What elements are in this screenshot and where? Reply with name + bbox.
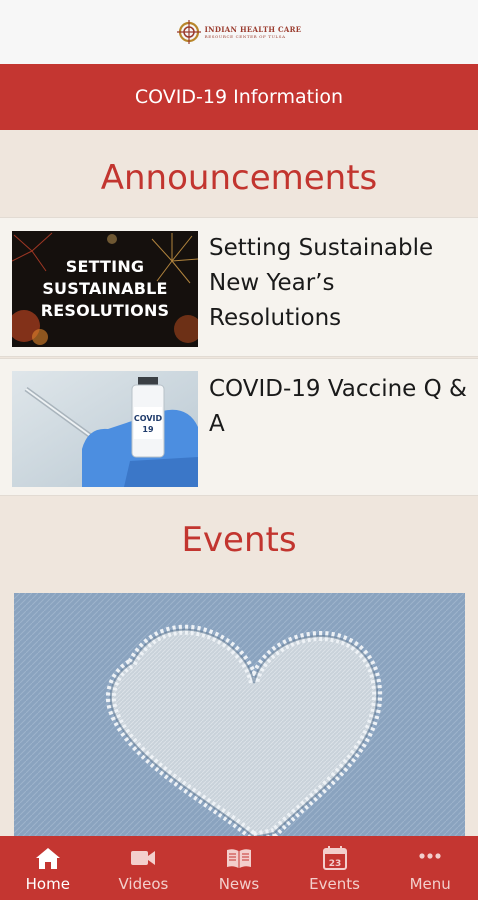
tab-events[interactable]: 23 Events [287,836,383,900]
denim-heart-image [14,593,465,837]
tab-menu[interactable]: Menu [382,836,478,900]
tab-videos[interactable]: Videos [96,836,192,900]
calendar-day: 23 [328,859,341,869]
logo-mark-icon [176,20,201,44]
app-logo[interactable]: INDIAN HEALTH CARE RESOURCE CENTER OF TU… [176,20,302,44]
bottom-tab-bar: Home Videos News 23 Events Menu [0,836,478,900]
announcement-thumbnail: COVID 19 [12,371,198,487]
events-heading: Events [181,520,297,560]
newspaper-icon [226,849,251,868]
more-dots-icon [419,853,441,859]
svg-text:19: 19 [142,425,154,434]
home-icon [35,848,60,869]
logo-sub-text: RESOURCE CENTER OF TULSA [204,33,286,39]
tab-label: Home [25,875,70,893]
announcement-title: COVID-19 Vaccine Q & A [209,376,467,437]
covid-info-button[interactable]: COVID-19 Information [0,64,478,130]
logo-main-text: INDIAN HEALTH CARE [204,24,302,34]
vaccine-vial-image: COVID 19 [12,371,198,487]
vial-label: COVID [134,414,163,423]
tab-label: Menu [409,875,451,893]
announcement-item[interactable]: COVID 19 COVID-19 Vaccine Q & A [0,358,478,496]
thumbnail-caption: SETTING SUSTAINABLE RESOLUTIONS [40,257,170,320]
event-card[interactable] [14,593,465,837]
announcements-heading: Announcements [100,158,378,198]
tab-news[interactable]: News [191,836,287,900]
calendar-icon: 23 [322,846,347,870]
announcement-thumbnail: SETTING SUSTAINABLE RESOLUTIONS [12,231,198,347]
top-header: INDIAN HEALTH CARE RESOURCE CENTER OF TU… [0,0,478,64]
tab-home[interactable]: Home [0,836,96,900]
tab-label: News [218,875,260,893]
covid-info-label: COVID-19 Information [134,86,344,108]
video-camera-icon [131,851,156,865]
announcement-title: Setting Sustainable New Year’s Resolutio… [209,235,434,331]
tab-label: Events [309,875,360,893]
tab-label: Videos [118,875,169,893]
announcement-item[interactable]: SETTING SUSTAINABLE RESOLUTIONS Setting … [0,217,478,357]
logo-text: INDIAN HEALTH CARE RESOURCE CENTER OF TU… [205,26,302,39]
